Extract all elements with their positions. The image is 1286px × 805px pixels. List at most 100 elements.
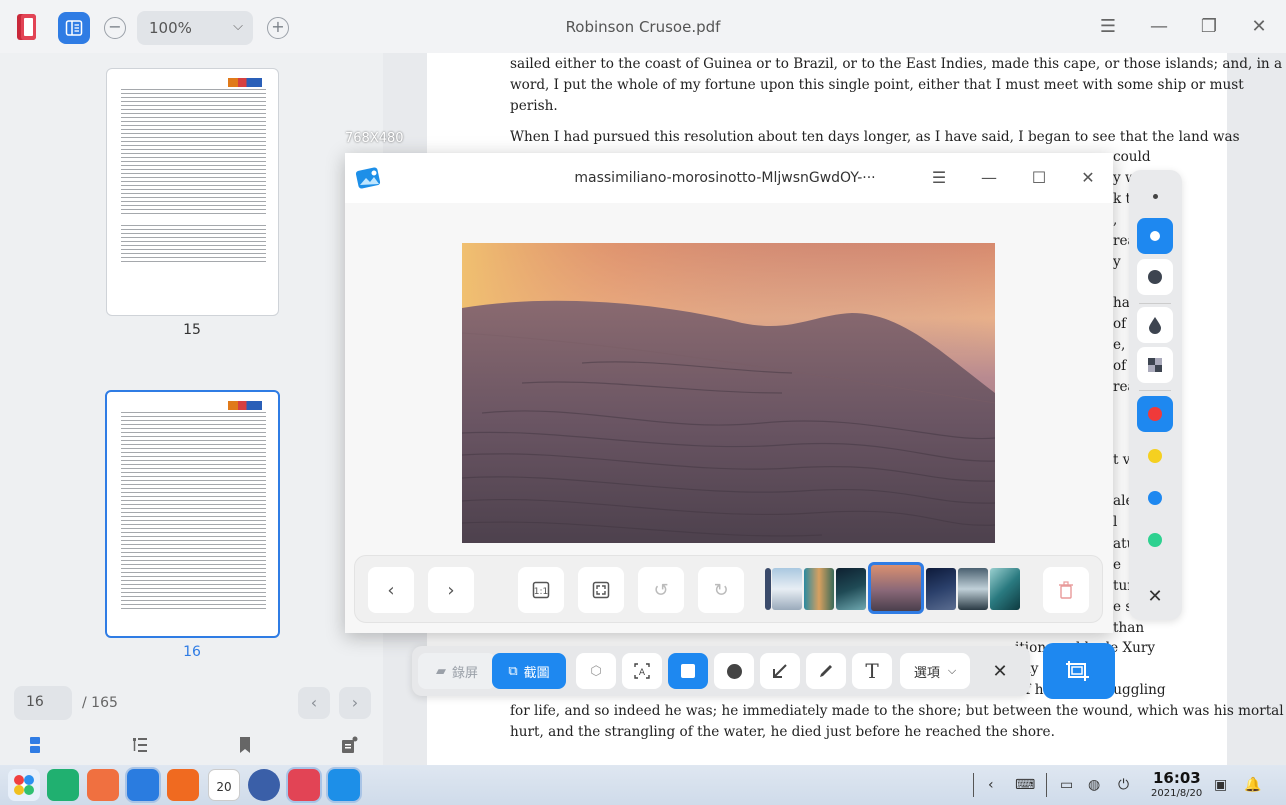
close-button[interactable]: ✕ — [1246, 14, 1272, 40]
actual-size-icon: 1:1 — [532, 581, 550, 599]
dune-illustration — [462, 243, 995, 543]
document-text-line: sailed either to the coast of Guinea or … — [510, 56, 1283, 72]
ellipse-tool-button[interactable] — [714, 653, 754, 689]
filmstrip-thumbnail[interactable] — [958, 568, 988, 610]
music-icon[interactable] — [167, 769, 199, 801]
options-dropdown[interactable]: 選項 ⌵ — [900, 653, 970, 689]
terminal-icon[interactable] — [47, 769, 79, 801]
cancel-screenshot-button[interactable]: ✕ — [986, 653, 1014, 689]
fit-window-button[interactable] — [578, 567, 624, 613]
viewer-titlebar: massimiliano-morosinotto-MljwsnGwdOY-···… — [345, 153, 1113, 203]
document-text-line: When I had pursued this resolution about… — [510, 129, 1240, 145]
input-method-icon[interactable]: ▭ — [1060, 777, 1073, 793]
viewer-toolbar: ‹ › 1:1 ↺ ↻ — [354, 555, 1103, 623]
annotation-tab-icon[interactable] — [340, 736, 358, 754]
file-manager-icon[interactable] — [127, 769, 159, 801]
network-icon[interactable]: ◍ — [1088, 777, 1100, 793]
annotation-style-panel: ✕ — [1129, 170, 1182, 620]
record-label: 錄屏 — [451, 665, 478, 681]
capture-button[interactable]: ⧉ 截圖 — [492, 653, 566, 689]
viewer-maximize-button[interactable]: ☐ — [1027, 166, 1051, 190]
next-image-button[interactable]: › — [428, 567, 474, 613]
rotate-right-button[interactable]: ↻ — [698, 567, 744, 613]
close-panel-button[interactable]: ✕ — [1137, 578, 1173, 614]
window-title: Robinson Crusoe.pdf — [565, 18, 721, 36]
image-viewer-icon[interactable] — [328, 769, 360, 801]
document-text-line: hurt, and the strangling of the water, h… — [510, 724, 1055, 740]
image-viewer-window: massimiliano-morosinotto-MljwsnGwdOY-···… — [345, 153, 1113, 633]
record-screen-button[interactable]: ▰ 錄屏 — [418, 653, 496, 689]
thumbnail-page-number: 15 — [183, 322, 201, 338]
text-fragment: e — [1113, 557, 1122, 573]
notification-bell-icon[interactable]: 🔔 — [1244, 777, 1261, 793]
previous-image-button[interactable]: ‹ — [368, 567, 414, 613]
save-screenshot-button[interactable] — [1043, 643, 1115, 699]
settings-icon[interactable] — [248, 769, 280, 801]
size-small-button[interactable] — [1137, 178, 1173, 214]
arrow-icon — [773, 664, 787, 678]
app-store-icon[interactable] — [87, 769, 119, 801]
scroll-capture-button[interactable]: ⬡ — [576, 653, 616, 689]
filmstrip-thumbnail[interactable] — [804, 568, 834, 610]
keyboard-icon[interactable]: ⌨ — [1015, 777, 1035, 793]
filmstrip-thumbnail[interactable] — [765, 568, 771, 610]
text-tool-button[interactable]: T — [852, 653, 892, 689]
color-blue-button[interactable] — [1137, 480, 1173, 516]
filmstrip-thumbnail-selected[interactable] — [868, 562, 924, 614]
ocr-button[interactable]: A — [622, 653, 662, 689]
size-medium-button[interactable] — [1137, 218, 1173, 254]
menu-button[interactable]: ☰ — [1095, 14, 1121, 40]
page-number-input[interactable]: 16 — [14, 686, 72, 720]
delete-image-button[interactable] — [1043, 567, 1089, 613]
viewer-close-button[interactable]: ✕ — [1076, 166, 1100, 190]
panel-divider — [1139, 303, 1171, 304]
text-fragment: e, — [1113, 337, 1126, 353]
minimize-button[interactable]: — — [1146, 14, 1172, 40]
rotate-left-button[interactable]: ↺ — [638, 567, 684, 613]
color-green-button[interactable] — [1137, 522, 1173, 558]
previous-page-button[interactable]: ‹ — [298, 687, 330, 719]
launcher-icon[interactable] — [8, 769, 40, 801]
thumbnails-tab-icon[interactable] — [27, 736, 45, 754]
crop-confirm-icon — [1066, 661, 1089, 681]
bookmark-tab-icon[interactable] — [236, 736, 254, 754]
filmstrip-thumbnail[interactable] — [926, 568, 956, 610]
text-fragment: than — [1113, 620, 1145, 636]
viewer-title: massimiliano-morosinotto-MljwsnGwdOY-··· — [574, 170, 876, 186]
power-icon[interactable]: ⏻ — [1118, 777, 1129, 793]
calendar-icon[interactable]: 20 — [208, 769, 240, 801]
original-size-button[interactable]: 1:1 — [518, 567, 564, 613]
mosaic-button[interactable] — [1137, 347, 1173, 383]
chevron-down-icon: ⌵ — [947, 664, 957, 677]
pen-tool-button[interactable] — [806, 653, 846, 689]
filmstrip-thumbnail[interactable] — [990, 568, 1020, 610]
color-yellow-button[interactable] — [1137, 438, 1173, 474]
page-total: / 165 — [82, 695, 118, 711]
viewer-menu-button[interactable]: ☰ — [927, 166, 951, 190]
clock-time[interactable]: 16:03 — [1153, 769, 1201, 787]
document-text-line: for life, and so indeed he was; he immed… — [510, 703, 1284, 719]
clock-date[interactable]: 2021/8/20 — [1151, 788, 1202, 799]
thumbnail-text — [121, 412, 266, 612]
trash-tray-icon[interactable]: ▣ — [1214, 777, 1227, 793]
outline-tab-icon[interactable] — [131, 736, 149, 754]
maximize-button[interactable]: ❐ — [1196, 14, 1222, 40]
arrow-tool-button[interactable] — [760, 653, 800, 689]
page-thumbnail[interactable] — [106, 68, 279, 316]
size-large-button[interactable] — [1137, 259, 1173, 295]
color-red-button[interactable] — [1137, 396, 1173, 432]
page-thumbnail-selected[interactable] — [105, 390, 280, 638]
chevron-left-icon[interactable]: ‹ — [988, 777, 994, 793]
viewer-minimize-button[interactable]: — — [977, 166, 1001, 190]
document-viewer-icon[interactable] — [288, 769, 320, 801]
taskbar: 20 ‹ ⌨ ▭ ◍ ⏻ 16:03 2021/8/20 ▣ 🔔 — [0, 765, 1286, 805]
text-fragment: ha — [1113, 295, 1130, 311]
tray-divider — [1046, 773, 1047, 797]
desert-dune-photo — [462, 243, 995, 543]
filmstrip-thumbnail[interactable] — [772, 568, 802, 610]
text-fragment: l — [1113, 514, 1118, 530]
filmstrip-thumbnail[interactable] — [836, 568, 866, 610]
blur-button[interactable] — [1137, 307, 1173, 343]
rectangle-tool-button[interactable] — [668, 653, 708, 689]
next-page-button[interactable]: › — [339, 687, 371, 719]
